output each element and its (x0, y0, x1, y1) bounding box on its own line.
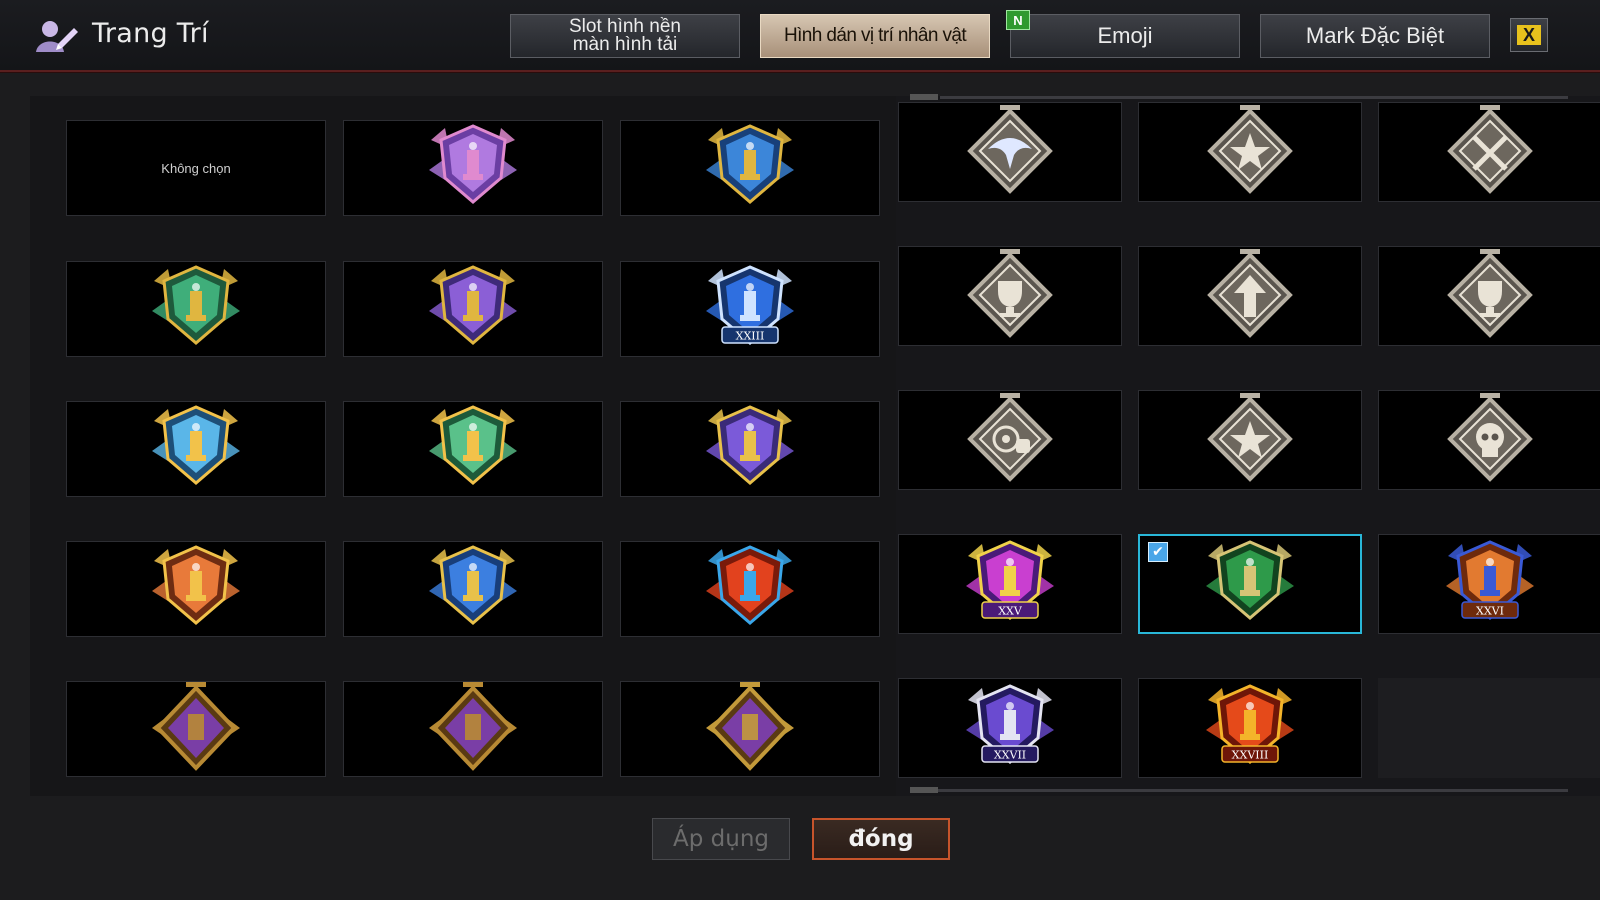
sticker-slot[interactable]: XXV (898, 534, 1122, 634)
sticker-slot[interactable] (1138, 390, 1362, 490)
scrollbar-thumb[interactable] (910, 94, 938, 100)
sticker-slot[interactable] (620, 681, 880, 777)
sticker-slot[interactable] (620, 541, 880, 637)
silver-arrow-medal-icon (1200, 247, 1300, 345)
sticker-slot[interactable] (343, 401, 603, 497)
silver-trophy-wreath-medal-icon (960, 247, 1060, 345)
light-blue-tower-crest-icon (146, 401, 246, 497)
sticker-slot[interactable]: XXVI (1378, 534, 1600, 634)
blue-diamond-xxiii-crest-icon: XXIII (700, 261, 800, 357)
silver-eagle-medal-icon (960, 103, 1060, 201)
sticker-slot[interactable] (66, 401, 326, 497)
orange-trophy-xxvi-icon: XXVI (1440, 536, 1540, 632)
svg-text:XXV: XXV (998, 605, 1023, 618)
checkmark-icon: ✔ (1148, 542, 1168, 562)
blue-winged-tower-crest-icon (423, 541, 523, 637)
svg-text:XXVI: XXVI (1476, 605, 1504, 618)
sticker-slot-none[interactable]: Không chọn (66, 120, 326, 216)
silver-star-medal-icon (1200, 103, 1300, 201)
green-shield-crest-icon (1200, 536, 1300, 632)
green-gold-tower-crest-icon (146, 261, 246, 357)
tab-label: Mark Đặc Biệt (1305, 23, 1445, 48)
silver-cup-medal-icon (1440, 247, 1540, 345)
tab-character-sticker[interactable]: Hình dán vị trí nhân vật (760, 14, 990, 58)
sticker-slot[interactable] (1378, 246, 1600, 346)
neon-trophy-xxv-icon: XXV (960, 536, 1060, 632)
sticker-slot[interactable] (898, 102, 1122, 202)
gold-medal-trophy-icon (700, 680, 800, 778)
purple-wolf-xxvii-icon: XXVII (960, 680, 1060, 776)
blue-gold-tower-crest-icon (700, 120, 800, 216)
sticker-slot[interactable] (343, 261, 603, 357)
decoration-person-icon (36, 21, 78, 52)
orange-tower-crest-icon (146, 541, 246, 637)
sticker-slot[interactable] (1378, 390, 1600, 490)
sticker-slot[interactable] (66, 261, 326, 357)
sticker-slot (1378, 678, 1600, 778)
sticker-slot[interactable] (343, 681, 603, 777)
close-window-button[interactable]: X (1510, 18, 1548, 52)
sticker-slot[interactable]: ✔ (1138, 534, 1362, 634)
svg-text:XXIII: XXIII (736, 330, 765, 343)
tab-special-mark[interactable]: Mark Đặc Biệt (1260, 14, 1490, 58)
sticker-slot[interactable]: XXIII (620, 261, 880, 357)
tab-loading-screen-slot[interactable]: Slot hình nền màn hình tải (510, 14, 740, 58)
apply-button[interactable]: Áp dụng (652, 818, 790, 860)
tab-label: Hình dán vị trí nhân vật (783, 25, 967, 46)
close-button[interactable]: đóng (812, 818, 950, 860)
sticker-slot[interactable] (620, 120, 880, 216)
silver-target-fist-medal-icon (960, 391, 1060, 489)
purple-gold-tower-crest-icon (423, 261, 523, 357)
bottom-scrollbar[interactable] (910, 787, 1568, 793)
new-badge: N (1006, 10, 1030, 30)
sticker-slot[interactable]: XXVIII (1138, 678, 1362, 778)
silver-crossed-swords-medal-icon (1440, 103, 1540, 201)
header-bar: Trang Trí Slot hình nền màn hình tải Hìn… (0, 0, 1600, 72)
sticker-slot[interactable] (898, 246, 1122, 346)
fire-ice-dragon-crest-icon (700, 541, 800, 637)
svg-text:XXVIII: XXVIII (1232, 749, 1269, 762)
sticker-slot[interactable] (1138, 246, 1362, 346)
page-title: Trang Trí (92, 18, 209, 49)
top-scrollbar[interactable] (910, 94, 1568, 100)
sticker-slot[interactable] (343, 541, 603, 637)
sticker-slot[interactable] (66, 541, 326, 637)
sticker-slot[interactable] (898, 390, 1122, 490)
tab-label: Slot hình nền màn hình tải (569, 16, 681, 55)
tab-label: Emoji (1097, 23, 1153, 48)
silver-skull-medal-icon (1440, 391, 1540, 489)
close-icon: X (1517, 25, 1541, 45)
sticker-slot[interactable] (1138, 102, 1362, 202)
sticker-slot[interactable] (1378, 102, 1600, 202)
no-selection-label: Không chọn (161, 160, 231, 176)
green-tower-crest-icon (423, 401, 523, 497)
sticker-slot[interactable] (620, 401, 880, 497)
sticker-slot[interactable] (66, 681, 326, 777)
silver-star-plus-medal-icon (1200, 391, 1300, 489)
scrollbar-thumb[interactable] (910, 787, 938, 793)
svg-text:XXVII: XXVII (994, 749, 1026, 762)
sticker-slot[interactable] (343, 120, 603, 216)
sticker-slot[interactable]: XXVII (898, 678, 1122, 778)
tab-emoji[interactable]: Emoji (1010, 14, 1240, 58)
purple-diamond-crest-icon (423, 120, 523, 216)
gold-medal-figures-icon (423, 680, 523, 778)
gold-medal-warrior-icon (146, 680, 246, 778)
purple-gold-winged-crest-icon (700, 401, 800, 497)
flame-xxviii-icon: XXVIII (1200, 680, 1300, 776)
